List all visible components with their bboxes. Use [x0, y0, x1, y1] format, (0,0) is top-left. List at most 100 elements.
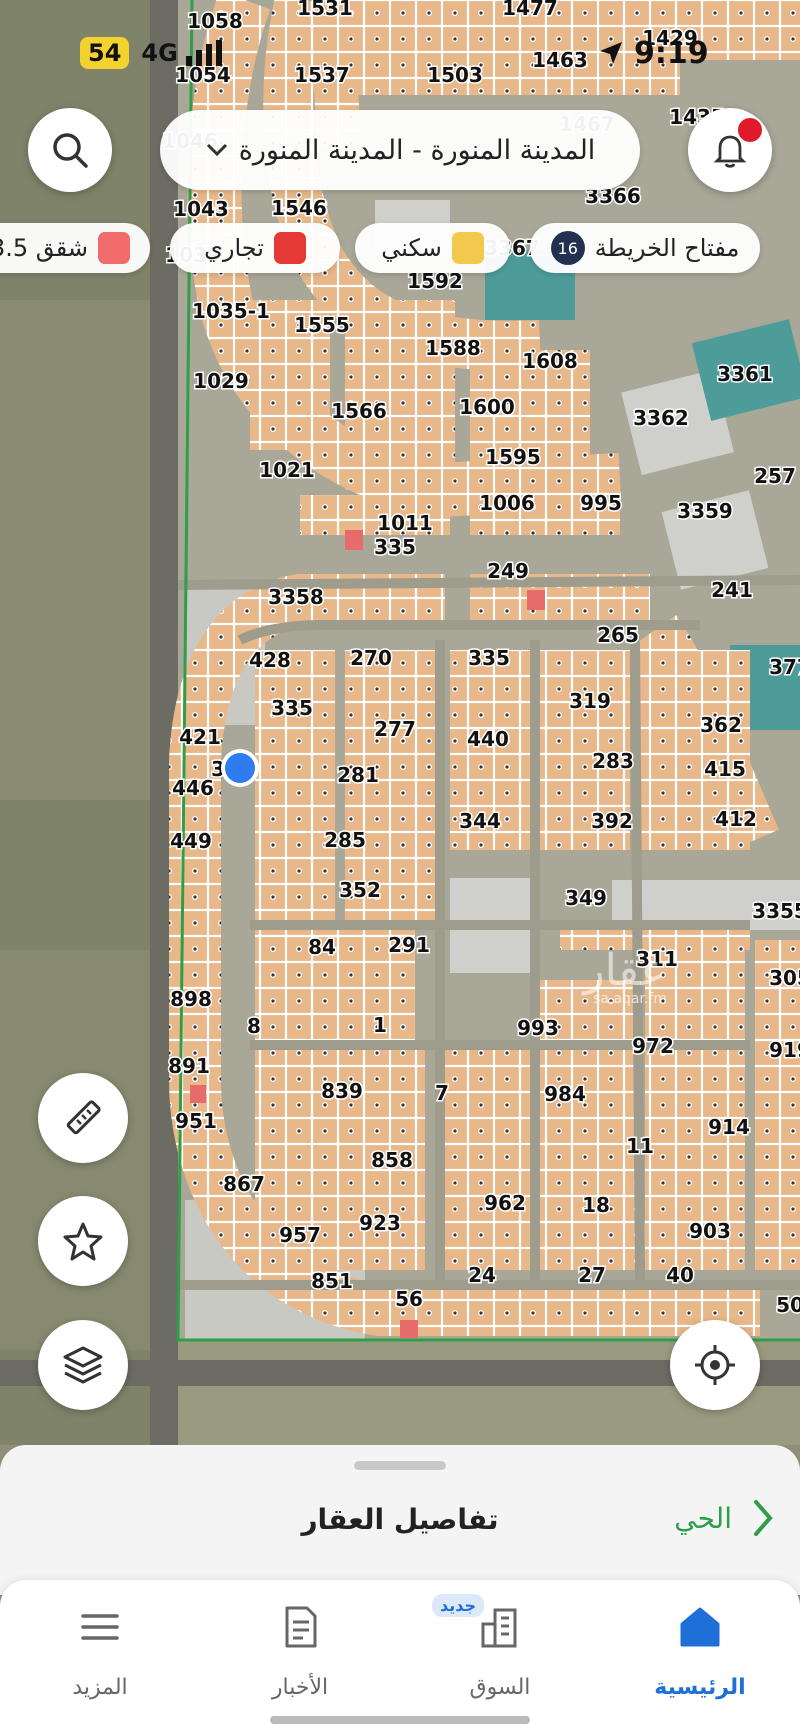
location-text: المدينة المنورة - المدينة المنورة — [238, 134, 596, 166]
parcel-number-label: 3361 — [717, 362, 773, 386]
parcel-number-label: 270 — [350, 646, 392, 670]
parcel-number-label: 898 — [170, 987, 212, 1011]
signal-icon — [185, 40, 222, 66]
location-selector[interactable]: المدينة المنورة - المدينة المنورة — [160, 110, 640, 190]
parcel-number-label: 1058 — [187, 9, 243, 33]
parcel-number-label: 1595 — [485, 445, 541, 469]
parcel-number-label: 957 — [279, 1223, 321, 1247]
property-details-title: تفاصيل العقار — [301, 1503, 499, 1536]
parcel-number-label: 281 — [337, 763, 379, 787]
parcel-number-label: 1546 — [271, 196, 327, 220]
status-bar-right: 9:19 — [598, 32, 709, 74]
measure-button[interactable] — [38, 1073, 128, 1163]
parcel-number-label: 972 — [632, 1034, 674, 1058]
legend-item-apartments[interactable]: شقق 3.5 — [0, 223, 150, 273]
notifications-button[interactable] — [688, 108, 772, 192]
chevron-down-icon — [206, 143, 227, 157]
watermark-brand: عقار — [581, 945, 666, 996]
district-link[interactable]: الحي — [674, 1493, 774, 1543]
tab-home[interactable]: الرئيسية — [620, 1580, 780, 1732]
parcel-number-label: 1029 — [193, 369, 249, 393]
parcel-number-label: 249 — [487, 559, 529, 583]
parcel-number-label: 283 — [592, 749, 634, 773]
status-bar-left: 54 4G — [80, 32, 226, 74]
parcel-number-label: 1011 — [377, 511, 433, 535]
sheet-drag-handle[interactable] — [354, 1461, 446, 1470]
parcel-number-label: 421 — [179, 725, 221, 749]
status-time: 9:19 — [634, 35, 709, 71]
parcel-number-label: 995 — [580, 491, 622, 515]
layers-button[interactable] — [38, 1320, 128, 1410]
parcel-number-label: 335 — [468, 646, 510, 670]
parcel-number-label: 1608 — [522, 349, 578, 373]
parcel-number-label: 3358 — [268, 585, 324, 609]
home-icon — [680, 1607, 720, 1647]
watermark-url: sa.aqar.fm — [593, 991, 667, 1007]
map-key-button[interactable]: مفتاح الخريطة 16 — [530, 223, 760, 273]
parcel-number-label: 962 — [484, 1191, 526, 1215]
parcel-number-label: 951 — [175, 1109, 217, 1133]
chevron-right-icon — [754, 1500, 773, 1536]
parcel-number-label: 18 — [582, 1193, 610, 1217]
parcel-number-label: 839 — [321, 1079, 363, 1103]
parcel-number-label: 412 — [715, 807, 757, 831]
parcel-number-label: 1477 — [502, 0, 558, 20]
parcel-number-label: 56 — [395, 1287, 423, 1311]
search-icon — [53, 133, 88, 168]
property-details-sheet[interactable]: تفاصيل العقار الحي — [0, 1445, 800, 1595]
parcel-number-label: 344 — [459, 809, 501, 833]
parcel-number-label: 891 — [168, 1054, 210, 1078]
map-key-count: 16 — [550, 231, 585, 265]
parcel-number-label: 277 — [374, 717, 416, 741]
parcel-number-label: 919 — [769, 1038, 800, 1062]
parcel-number-label: 1006 — [479, 491, 535, 515]
parcel-number-label: 914 — [708, 1115, 750, 1139]
parcel-number-label: 851 — [311, 1269, 353, 1293]
parcel-number-label: 291 — [388, 933, 430, 957]
parcel-number-label: 377 — [769, 655, 800, 679]
legend-label-commercial: تجاري — [204, 234, 264, 262]
notification-badge — [736, 116, 764, 144]
parcel-number-label: 415 — [704, 757, 746, 781]
parcel-number-label: 335 — [271, 696, 313, 720]
parcel-number-label: 335 — [374, 535, 416, 559]
parcel-number-label: 349 — [565, 886, 607, 910]
search-button[interactable] — [28, 108, 112, 192]
parcel-number-label: 24 — [468, 1263, 496, 1287]
parcel-number-label: 1 — [373, 1013, 387, 1037]
tab-news[interactable]: الأخبار — [220, 1580, 380, 1732]
menu-icon — [81, 1614, 119, 1640]
parcel-number-label: 1021 — [259, 458, 315, 482]
tab-market[interactable]: جديد السوق — [420, 1580, 580, 1732]
parcel-number-label: 11 — [626, 1134, 654, 1158]
ruler-icon — [66, 1100, 101, 1135]
parcel-number-label: 867 — [223, 1172, 265, 1196]
parcel-number-label: 1600 — [459, 395, 515, 419]
apartments-swatch — [98, 232, 131, 264]
home-indicator — [270, 1716, 530, 1724]
legend-label-apartments: شقق 3.5 — [0, 234, 89, 262]
tab-market-label: السوق — [469, 1675, 531, 1700]
parcel-number-label: 352 — [339, 878, 381, 902]
tab-more[interactable]: المزيد — [20, 1580, 180, 1732]
favorites-button[interactable] — [38, 1196, 128, 1286]
legend-item-commercial[interactable]: تجاري — [170, 223, 340, 273]
parcel-number-label: 1463 — [532, 48, 588, 72]
tab-market-new-badge: جديد — [432, 1594, 485, 1617]
parcel-number-label: 923 — [359, 1211, 401, 1235]
parcel-number-label: 446 — [172, 776, 214, 800]
parcel-number-label: 50 — [776, 1293, 800, 1317]
legend-item-residential[interactable]: سكني — [355, 223, 510, 273]
parcel-number-label: 40 — [666, 1263, 694, 1287]
parcel-number-label: 3362 — [633, 406, 689, 430]
legend-label-residential: سكني — [381, 234, 442, 262]
parcel-number-label: 1035-1 — [192, 299, 270, 323]
parcel-number-label: 285 — [324, 828, 366, 852]
parcel-number-label: 440 — [467, 727, 509, 751]
parcel-number-label: 1588 — [425, 336, 481, 360]
parcel-number-label: 319 — [569, 689, 611, 713]
parcel-number-label: 984 — [544, 1082, 586, 1106]
parcel-number-label: 3355 — [752, 899, 800, 923]
parcel-number-label: 1566 — [331, 399, 387, 423]
my-location-button[interactable] — [670, 1320, 760, 1410]
